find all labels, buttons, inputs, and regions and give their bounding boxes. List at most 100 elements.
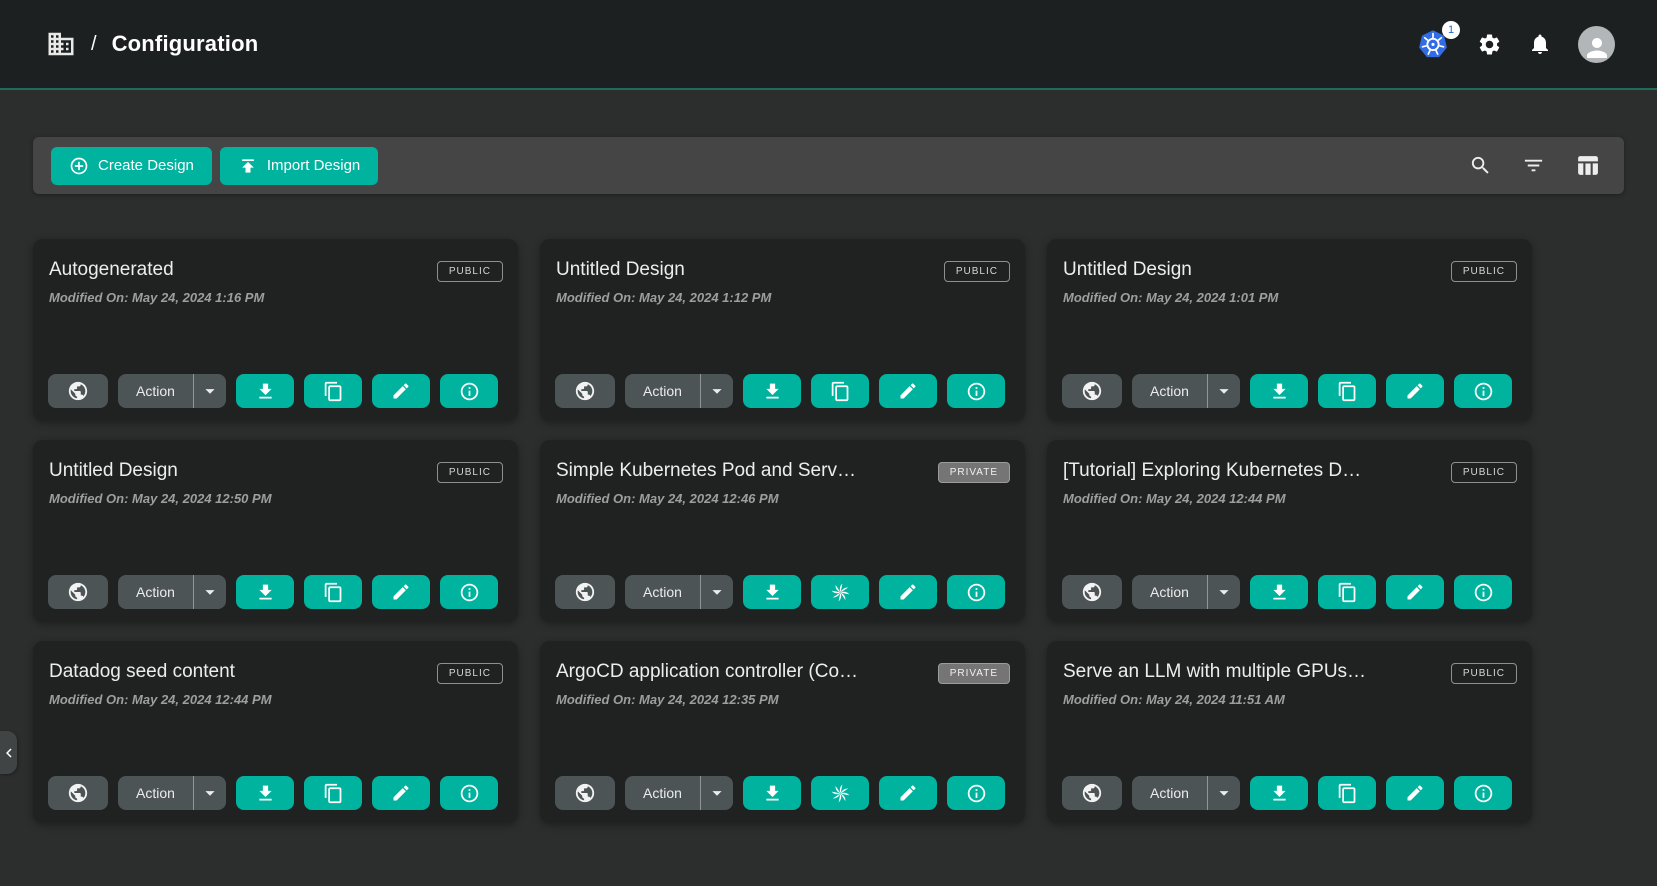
action-dropdown-button[interactable]: Action — [1132, 776, 1240, 810]
clone-design-button[interactable] — [1318, 374, 1376, 408]
visibility-badge: PUBLIC — [944, 261, 1010, 282]
edit-design-button[interactable] — [1386, 374, 1444, 408]
design-modified-date: Modified On: May 24, 2024 12:44 PM — [49, 692, 502, 707]
design-modified-date: Modified On: May 24, 2024 12:50 PM — [49, 491, 502, 506]
design-card-actions: Action — [555, 575, 1010, 609]
action-dropdown-button[interactable]: Action — [118, 374, 226, 408]
publish-design-button[interactable] — [48, 575, 108, 609]
globe-icon — [1081, 380, 1103, 402]
action-dropdown-button[interactable]: Action — [625, 374, 733, 408]
download-design-button[interactable] — [236, 374, 294, 408]
publish-design-button[interactable] — [48, 374, 108, 408]
sidebar-collapse-handle[interactable] — [0, 731, 17, 774]
user-avatar[interactable] — [1578, 26, 1615, 63]
settings-button[interactable] — [1477, 32, 1502, 57]
pencil-icon — [1405, 582, 1425, 602]
chevron-down-icon[interactable] — [701, 782, 733, 804]
design-title: Serve an LLM with multiple GPUs… — [1063, 661, 1433, 683]
action-dropdown-button[interactable]: Action — [625, 776, 733, 810]
design-info-button[interactable] — [440, 374, 498, 408]
copy-icon — [323, 783, 344, 804]
kubernetes-context-button[interactable]: 1 — [1415, 26, 1451, 62]
edit-design-button[interactable] — [879, 776, 937, 810]
design-info-button[interactable] — [1454, 374, 1512, 408]
edit-design-button[interactable] — [372, 575, 430, 609]
download-design-button[interactable] — [1250, 575, 1308, 609]
edit-design-button[interactable] — [1386, 776, 1444, 810]
person-icon — [1582, 33, 1612, 63]
download-design-button[interactable] — [1250, 374, 1308, 408]
design-info-button[interactable] — [1454, 776, 1512, 810]
info-icon — [966, 381, 987, 402]
create-design-button[interactable]: Create Design — [51, 147, 212, 185]
publish-design-button[interactable] — [1062, 374, 1122, 408]
action-dropdown-button[interactable]: Action — [1132, 374, 1240, 408]
clone-design-button[interactable] — [1318, 776, 1376, 810]
organization-icon[interactable] — [46, 29, 76, 59]
chevron-down-icon[interactable] — [1208, 782, 1240, 804]
edit-design-button[interactable] — [879, 575, 937, 609]
download-icon — [255, 381, 276, 402]
visibility-badge: PUBLIC — [437, 261, 503, 282]
design-title: Datadog seed content — [49, 661, 419, 683]
clone-design-button[interactable] — [811, 776, 869, 810]
filter-button[interactable] — [1522, 154, 1545, 177]
design-card-actions: Action — [555, 374, 1010, 408]
action-dropdown-button[interactable]: Action — [118, 776, 226, 810]
design-info-button[interactable] — [947, 374, 1005, 408]
download-icon — [762, 381, 783, 402]
import-design-button[interactable]: Import Design — [220, 147, 378, 185]
download-design-button[interactable] — [236, 776, 294, 810]
chevron-down-icon[interactable] — [194, 581, 226, 603]
publish-design-button[interactable] — [1062, 575, 1122, 609]
publish-design-button[interactable] — [48, 776, 108, 810]
notifications-button[interactable] — [1528, 32, 1552, 56]
download-design-button[interactable] — [743, 776, 801, 810]
chevron-down-icon[interactable] — [1208, 581, 1240, 603]
publish-design-button[interactable] — [555, 575, 615, 609]
copy-icon — [1337, 582, 1358, 603]
design-modified-date: Modified On: May 24, 2024 11:51 AM — [1063, 692, 1516, 707]
chevron-down-icon[interactable] — [701, 581, 733, 603]
design-card: ArgoCD application controller (Co… Modif… — [540, 641, 1025, 823]
globe-icon — [1081, 581, 1103, 603]
download-design-button[interactable] — [236, 575, 294, 609]
publish-design-button[interactable] — [555, 374, 615, 408]
action-dropdown-button[interactable]: Action — [118, 575, 226, 609]
download-icon — [255, 582, 276, 603]
info-icon — [1473, 582, 1494, 603]
clone-design-button[interactable] — [811, 374, 869, 408]
action-dropdown-button[interactable]: Action — [1132, 575, 1240, 609]
chevron-down-icon[interactable] — [194, 782, 226, 804]
design-info-button[interactable] — [1454, 575, 1512, 609]
edit-design-button[interactable] — [372, 776, 430, 810]
download-design-button[interactable] — [743, 575, 801, 609]
clone-design-button[interactable] — [811, 575, 869, 609]
clone-design-button[interactable] — [304, 374, 362, 408]
design-info-button[interactable] — [947, 776, 1005, 810]
edit-design-button[interactable] — [372, 374, 430, 408]
visibility-badge: PUBLIC — [437, 462, 503, 483]
action-dropdown-button[interactable]: Action — [625, 575, 733, 609]
chevron-down-icon[interactable] — [194, 380, 226, 402]
clone-design-button[interactable] — [1318, 575, 1376, 609]
edit-design-button[interactable] — [1386, 575, 1444, 609]
design-card: Untitled Design Modified On: May 24, 202… — [540, 239, 1025, 421]
edit-design-button[interactable] — [879, 374, 937, 408]
design-info-button[interactable] — [440, 776, 498, 810]
publish-design-button[interactable] — [1062, 776, 1122, 810]
design-info-button[interactable] — [947, 575, 1005, 609]
download-design-button[interactable] — [743, 374, 801, 408]
publish-design-button[interactable] — [555, 776, 615, 810]
chevron-down-icon[interactable] — [701, 380, 733, 402]
download-design-button[interactable] — [1250, 776, 1308, 810]
download-icon — [762, 582, 783, 603]
clone-design-button[interactable] — [304, 776, 362, 810]
table-view-button[interactable] — [1575, 153, 1600, 178]
design-info-button[interactable] — [440, 575, 498, 609]
action-label: Action — [625, 584, 700, 600]
chevron-down-icon[interactable] — [1208, 380, 1240, 402]
clone-design-button[interactable] — [304, 575, 362, 609]
search-button[interactable] — [1469, 154, 1492, 177]
meshery-icon — [829, 581, 852, 604]
